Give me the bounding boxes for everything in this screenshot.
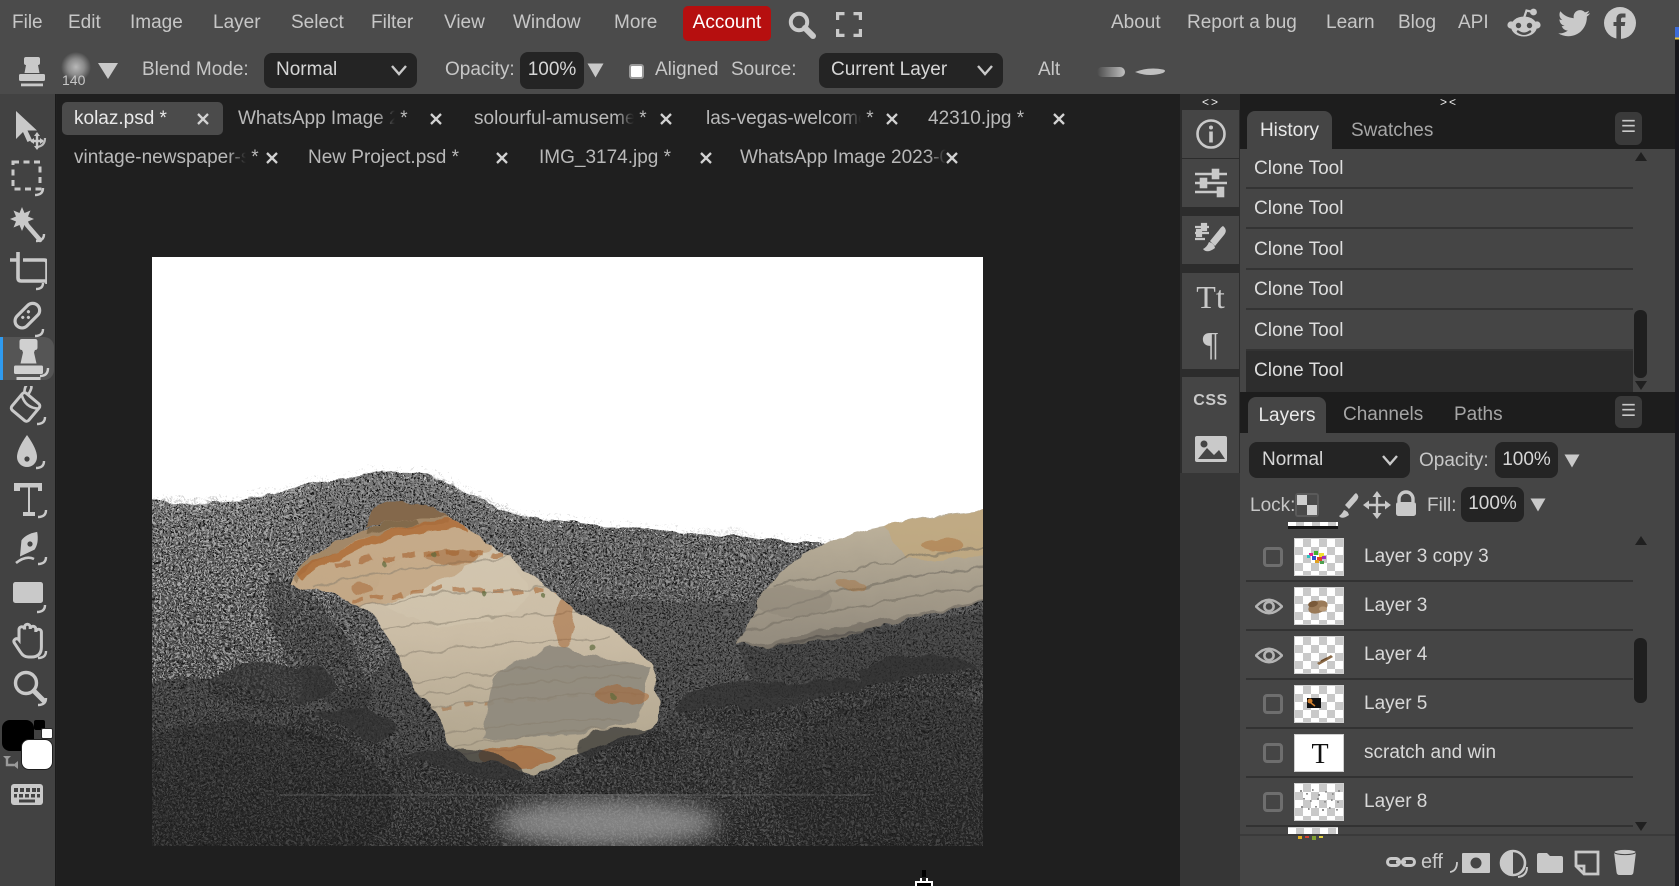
svg-text:T: T [1311,739,1328,770]
